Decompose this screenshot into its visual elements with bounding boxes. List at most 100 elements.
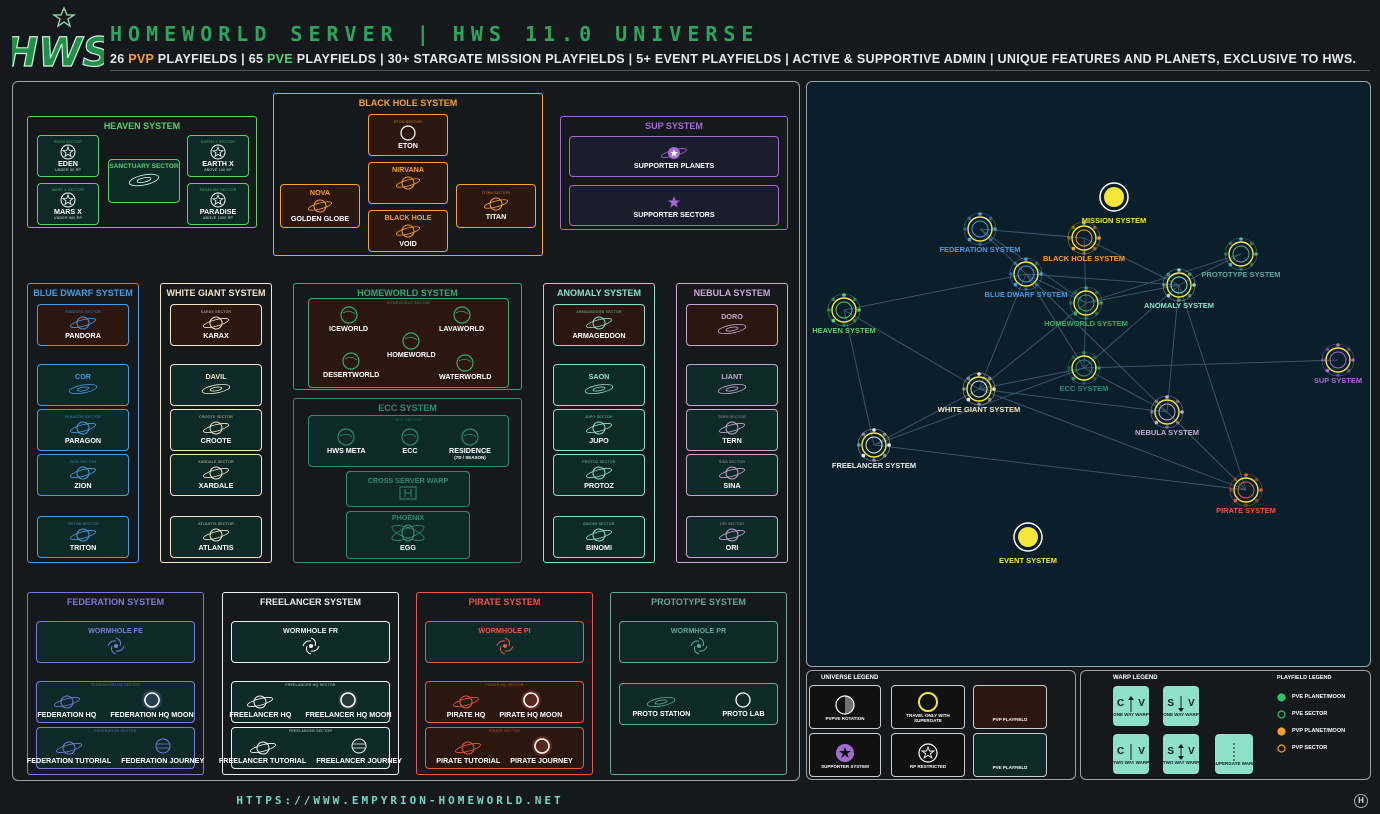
hwsmeta-cell[interactable]: HWS META [327, 427, 366, 455]
residence-cell[interactable]: RESIDENCE (7D / Season) [449, 427, 491, 460]
ecc-system: ECC SYSTEM ECC SECTOR HWS META ECC RESID… [293, 398, 522, 563]
freelancer-hq-box[interactable]: FREELANCER HQ SECTOR FREELANCER HQ FREELAN… [229, 681, 392, 723]
homeworld-system: HOMEWORLD SYSTEM HOMEWORLD SECTOR ICEWOR… [293, 283, 522, 390]
playfield-saon[interactable]: SAON [553, 364, 645, 406]
tutorial-cell[interactable]: FEDERATION TUTORIAL [27, 739, 111, 765]
rp-star-icon [918, 742, 938, 763]
playfield-zion[interactable]: ZION SECTOR ZION [37, 454, 129, 496]
hq-cell[interactable]: FREELANCER HQ [229, 693, 291, 719]
titan-box[interactable]: TITAN SECTOR TITAN [456, 184, 536, 228]
hq-moon-cell[interactable]: FEDERATION HQ MOON [110, 689, 194, 719]
tutorial-cell[interactable]: FREELANCER TUTORIAL [219, 739, 306, 765]
map-label-sup: SUP SYSTEM [1313, 376, 1363, 385]
freelancer-wormhole-box[interactable]: WORMHOLE FR [231, 621, 390, 663]
ringed-planet-icon [203, 316, 229, 330]
eton-box[interactable]: ETON SECTOR ETON [368, 114, 448, 156]
homeworld-cell[interactable]: HOMEWORLD [387, 331, 436, 359]
playfield-paragon[interactable]: PARAGON SECTOR PARAGON [37, 409, 129, 451]
map-node-mission[interactable] [1099, 182, 1129, 212]
ecc-cell[interactable]: ECC [399, 427, 421, 455]
hq-moon-cell[interactable]: PIRATE HQ MOON [499, 689, 562, 719]
phoenix-box[interactable]: PHOENIX EGG [346, 511, 470, 559]
playfield-doro[interactable]: DORO [686, 304, 778, 346]
legend-pve-playfield: PVE PLAYFIELD [973, 733, 1047, 777]
prototype-wormhole-box[interactable]: WORMHOLE PR [619, 621, 778, 663]
iceworld-cell[interactable]: ICEWORLD [329, 305, 368, 333]
ecc-sector-box[interactable]: ECC SECTOR HWS META ECC RESIDENCE (7D / S… [308, 415, 509, 467]
hq-cell[interactable]: FEDERATION HQ [37, 693, 96, 719]
earthx-box[interactable]: EARTH X SECTOR EARTH X ABOVE 100 RP [187, 135, 249, 177]
blackhole-box[interactable]: BLACK HOLE VOID [368, 210, 448, 252]
warp-oneway-sv: S V ONE WAY WARP [1163, 686, 1199, 726]
lavaworld-cell[interactable]: LAVAWORLD [439, 305, 484, 333]
playfield-ori[interactable]: ORI SECTOR ORI [686, 516, 778, 558]
map-label-heaven: HEAVEN SYSTEM [812, 326, 876, 335]
marsx-box[interactable]: MARS X SECTOR MARS X UNDER 500 RP [37, 183, 99, 225]
warp-v-letter: V [1138, 746, 1145, 757]
warp-twoway-label-2: TWO WAY WARP [1162, 759, 1200, 765]
map-node-event[interactable] [1013, 522, 1043, 552]
federation-wormhole-box[interactable]: WORMHOLE FE [36, 621, 195, 663]
proto-lab-cell[interactable]: PROTO LAB [722, 690, 765, 718]
pirate-tutorial-box[interactable]: PIRATE SECTOR PIRATE TUTORIAL PIRATE JOURN… [425, 727, 584, 769]
playfield-pandora[interactable]: PANDORA SECTOR PANDORA [37, 304, 129, 346]
playfield-sina[interactable]: SINA SECTOR SINA [686, 454, 778, 496]
playfield-protoz[interactable]: PROTOZ SECTOR PROTOZ [553, 454, 645, 496]
playfield-liant[interactable]: LIANT [686, 364, 778, 406]
playfield-legend-item: PVE PLANET/MOON [1277, 693, 1345, 702]
playfield-karax[interactable]: KARAX SECTOR KARAX [170, 304, 262, 346]
journey-cell[interactable]: FEDERATION JOURNEY [121, 735, 204, 765]
playfield-atlantis[interactable]: ATLANTIS SECTOR ATLANTIS [170, 516, 262, 558]
map-label-mission: MISSION SYSTEM [1081, 216, 1147, 225]
pirate-wormhole-box[interactable]: WORMHOLE PI [425, 621, 584, 663]
hq-sector-label: PIRATE HQ SECTOR [485, 683, 524, 687]
eden-box[interactable]: EDEN SECTOR EDEN UNDER 50 RP [37, 135, 99, 177]
nirvana-box[interactable]: NIRVANA [368, 162, 448, 204]
playfield-cor[interactable]: COR [37, 364, 129, 406]
website-url[interactable]: HTTPS://WWW.EMPYRION-HOMEWORLD.NET [0, 794, 800, 807]
proto-station-cell[interactable]: PROTO STATION [632, 694, 690, 718]
journey-cell[interactable]: PIRATE JOURNEY [510, 735, 573, 765]
paradise-box[interactable]: PARADISE SECTOR PARADISE ABOVE 1000 RP [187, 183, 249, 225]
homeworld-sector-box[interactable]: HOMEWORLD SECTOR ICEWORLD LAVAWORLD HOME… [308, 298, 509, 388]
nova-box[interactable]: NOVA GOLDEN GLOBE [280, 184, 360, 228]
wormhole-label: WORMHOLE PI [478, 626, 531, 636]
ringed-planet-icon [719, 466, 745, 480]
playfield-croote[interactable]: CROOTE SECTOR CROOTE [170, 409, 262, 451]
galaxy-icon [128, 173, 160, 187]
playfield-armageddon[interactable]: ARMAGEDDON SECTOR ARMAGEDDON [553, 304, 645, 346]
waterworld-cell[interactable]: WATERWORLD [439, 353, 491, 381]
supporter-sectors-box[interactable]: SUPPORTER SECTORS [569, 185, 779, 226]
federation-tutorial-box[interactable]: FEDERATION SECTOR FEDERATION TUTORIAL FEDE… [27, 727, 204, 769]
pirate-hq-box[interactable]: PIRATE HQ SECTOR PIRATE HQ PIRATE HQ MOON [425, 681, 584, 723]
tutorial-cell[interactable]: PIRATE TUTORIAL [436, 739, 500, 765]
playfield-legend-label: PVE PLANET/MOON [1292, 694, 1346, 701]
warp-route-heaven-whitegiant [843, 309, 980, 390]
playfield-triton[interactable]: TRITON SECTOR TRITON [37, 516, 129, 558]
federation-hq-box[interactable]: FEDERATION HQ SECTOR FEDERATION HQ FEDERAT… [36, 681, 195, 723]
cross-server-warp-box[interactable]: CROSS SERVER WARP [346, 471, 470, 507]
bluedwarf-system-title: BLUE DWARF SYSTEM [33, 288, 133, 298]
playfield-binomi[interactable]: BINOMI SECTOR BINOMI [553, 516, 645, 558]
sanctuary-box[interactable]: SANCTUARY SECTOR [108, 159, 180, 203]
ecc-system-title: ECC SYSTEM [378, 403, 437, 413]
freelancer-tutorial-box[interactable]: FREELANCER SECTOR FREELANCER TUTORIAL FREE… [219, 727, 402, 769]
hq-cell[interactable]: PIRATE HQ [447, 693, 485, 719]
proto-station-box[interactable]: PROTO STATION PROTO LAB [619, 683, 778, 725]
federation-system: FEDERATION SYSTEM WORMHOLE FE FEDERATION H… [27, 592, 204, 775]
playfield-davil[interactable]: DAVIL [170, 364, 262, 406]
titan-name: TITAN [485, 212, 507, 222]
playfield-jupo[interactable]: JUPO SECTOR JUPO [553, 409, 645, 451]
journey-cell[interactable]: FREELANCER JOURNEY [316, 735, 402, 765]
playfield-xardale[interactable]: XARDALE SECTOR XARDALE [170, 454, 262, 496]
sector-label: KARAX SECTOR [200, 310, 232, 315]
hq-moon-cell[interactable]: FREELANCER HQ MOON [305, 689, 392, 720]
hq-moon-name: FREELANCER HQ MOON [305, 710, 392, 720]
playfield-tern[interactable]: TERN SECTOR TERN [686, 409, 778, 451]
supporter-sectors-name: SUPPORTER SECTORS [633, 209, 715, 219]
supporter-planets-box[interactable]: SUPPORTER PLANETS [569, 136, 779, 177]
warp-v-letter: V [1188, 698, 1195, 709]
ringed-planet-icon [719, 421, 745, 435]
arrow-down-icon [1178, 695, 1184, 712]
desertworld-cell[interactable]: DESERTWORLD [323, 351, 379, 379]
